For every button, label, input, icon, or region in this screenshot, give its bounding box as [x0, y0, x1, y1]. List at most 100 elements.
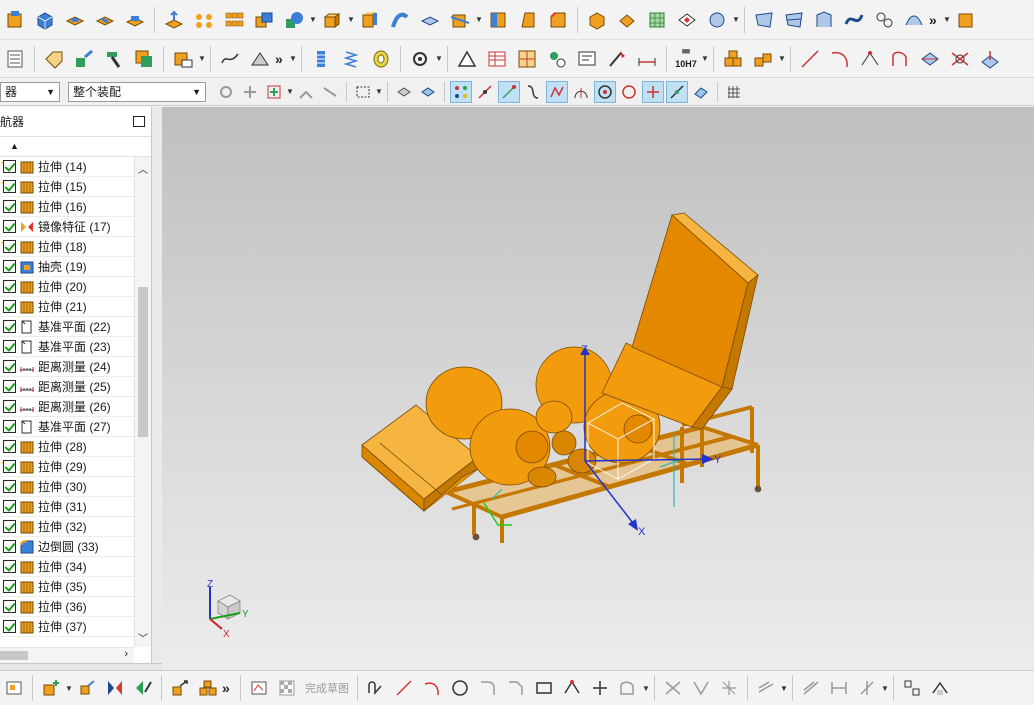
navigator-vertical-scrollbar[interactable]: ︿ ﹀ [134, 157, 151, 647]
draft-tool-icon[interactable] [515, 7, 541, 33]
arc-tool-icon[interactable] [421, 677, 443, 699]
box-tool-icon[interactable] [319, 7, 345, 33]
visibility-checkbox[interactable] [3, 520, 16, 533]
hammer-icon[interactable] [101, 46, 127, 72]
add-component-icon[interactable] [170, 46, 196, 72]
selection-plus-icon[interactable] [263, 81, 285, 103]
visibility-checkbox[interactable] [3, 480, 16, 493]
continuous-dimension-icon[interactable] [856, 677, 878, 699]
feature-tree-row[interactable]: 拉伸 (21) [0, 297, 134, 317]
visibility-checkbox[interactable] [3, 260, 16, 273]
feature-tree-row[interactable]: 拉伸 (35) [0, 577, 134, 597]
project-curve-icon[interactable] [977, 46, 1003, 72]
dropdown-arrow[interactable]: ▼ [701, 54, 709, 63]
feature-tree-row[interactable]: 拉伸 (34) [0, 557, 134, 577]
feature-tree-row[interactable]: 镜像特征 (17) [0, 217, 134, 237]
snap-intent-icon[interactable] [239, 81, 261, 103]
visibility-checkbox[interactable] [3, 300, 16, 313]
finish-sketch-flag-icon[interactable] [276, 677, 298, 699]
visibility-checkbox[interactable] [3, 460, 16, 473]
table-icon[interactable] [484, 46, 510, 72]
dropdown-arrow[interactable]: ▼ [475, 15, 483, 24]
snap-center-icon[interactable] [594, 80, 616, 103]
visibility-checkbox[interactable] [3, 440, 16, 453]
show-face-icon[interactable] [417, 81, 439, 103]
scroll-up-icon[interactable]: ︿ [138, 161, 148, 176]
dropdown-arrow[interactable]: ▼ [780, 684, 788, 693]
visibility-checkbox[interactable] [3, 320, 16, 333]
move-component-icon[interactable] [71, 46, 97, 72]
pocket-tool-icon[interactable] [92, 7, 118, 33]
swept-surface-icon[interactable] [841, 7, 867, 33]
shape-combine-icon[interactable] [281, 7, 307, 33]
dropdown-arrow[interactable]: ▼ [289, 54, 297, 63]
dropdown-arrow[interactable]: ▼ [198, 54, 206, 63]
snap-end-point-icon[interactable] [450, 80, 472, 103]
replace-face-icon[interactable] [485, 7, 511, 33]
thicken-tool-icon[interactable] [417, 7, 443, 33]
feature-tree-row[interactable]: 抽壳 (19) [0, 257, 134, 277]
feature-tree-row[interactable]: 距离测量 (26) [0, 397, 134, 417]
dropdown-arrow[interactable]: ▼ [943, 15, 951, 24]
studio-spline-icon[interactable] [617, 677, 639, 699]
feature-tree-row[interactable]: 拉伸 (20) [0, 277, 134, 297]
chamfer-tool-icon[interactable] [545, 7, 571, 33]
dropdown-arrow[interactable]: ▼ [732, 15, 740, 24]
sketch-curve-icon[interactable] [217, 46, 243, 72]
spline-tool-icon[interactable] [887, 46, 913, 72]
feature-tree-row[interactable]: 拉伸 (31) [0, 497, 134, 517]
dimension-constraint-icon[interactable] [828, 677, 850, 699]
type-filter-select[interactable]: 器 ▼ [0, 81, 60, 102]
snap-circle-icon[interactable] [618, 81, 640, 103]
pad-tool-icon[interactable] [62, 7, 88, 33]
filter-settings-icon[interactable] [215, 81, 237, 103]
sketch-icon[interactable] [248, 677, 270, 699]
quick-trim-icon[interactable] [662, 677, 684, 699]
assembly-constraint-icon[interactable] [131, 46, 157, 72]
feature-tree-row[interactable]: 拉伸 (16) [0, 197, 134, 217]
feature-tree-row[interactable]: 边倒圆 (33) [0, 537, 134, 557]
snap-tangent-icon[interactable] [522, 81, 544, 103]
feature-tree-row[interactable]: ✦拉伸 (15) [0, 177, 134, 197]
slot-tool-icon[interactable] [122, 7, 148, 33]
tolerance-icon[interactable]: 10H7 [673, 46, 699, 72]
feature-tree-row[interactable]: ✦拉伸 (18) [0, 237, 134, 257]
feature-tree-row[interactable]: 距离测量 (24) [0, 357, 134, 377]
visibility-checkbox[interactable] [3, 280, 16, 293]
maximize-icon[interactable] [133, 116, 145, 127]
stack-blocks-icon[interactable] [720, 46, 746, 72]
snap-on-curve-icon[interactable] [498, 80, 520, 103]
graphics-window[interactable]: Z Y X Z Y X [162, 107, 1034, 670]
rotate-face-icon[interactable] [674, 7, 700, 33]
offset-face-icon[interactable] [357, 7, 383, 33]
solid-body-icon[interactable] [584, 7, 610, 33]
toolbar-overflow-chevron[interactable]: » [929, 12, 943, 28]
point-tool-icon[interactable] [589, 677, 611, 699]
through-curves-icon[interactable] [781, 7, 807, 33]
scroll-right-icon[interactable]: › [124, 648, 128, 660]
sweep-tool-icon[interactable] [387, 7, 413, 33]
make-corner-icon[interactable] [718, 677, 740, 699]
dropdown-arrow[interactable]: ▼ [881, 684, 889, 693]
snap-mid-point-icon[interactable] [474, 81, 496, 103]
dropdown-arrow[interactable]: ▼ [309, 15, 317, 24]
dimension-icon[interactable] [634, 46, 660, 72]
feature-tree-row[interactable]: 基准平面 (22) [0, 317, 134, 337]
line-tool-icon[interactable] [393, 677, 415, 699]
feature-tree-row[interactable]: 拉伸 (32) [0, 517, 134, 537]
intersection-curve-icon[interactable] [947, 46, 973, 72]
feature-tree-row[interactable]: 距离测量 (25) [0, 377, 134, 397]
new-component-icon[interactable] [40, 677, 62, 699]
toolbar-overflow-chevron[interactable]: » [275, 51, 289, 67]
sheet-body-icon[interactable] [614, 7, 640, 33]
n-sided-surface-icon[interactable] [871, 7, 897, 33]
visibility-checkbox[interactable] [3, 500, 16, 513]
spring-icon[interactable] [338, 46, 364, 72]
dropdown-arrow[interactable]: ▼ [778, 54, 786, 63]
grid-pattern-icon[interactable] [221, 7, 247, 33]
dropdown-arrow[interactable]: ▼ [375, 87, 383, 96]
pattern-tool-icon[interactable] [191, 7, 217, 33]
assembly-navigator-icon[interactable] [3, 677, 25, 699]
tag-icon[interactable] [41, 46, 67, 72]
circle-tool-icon[interactable] [449, 677, 471, 699]
